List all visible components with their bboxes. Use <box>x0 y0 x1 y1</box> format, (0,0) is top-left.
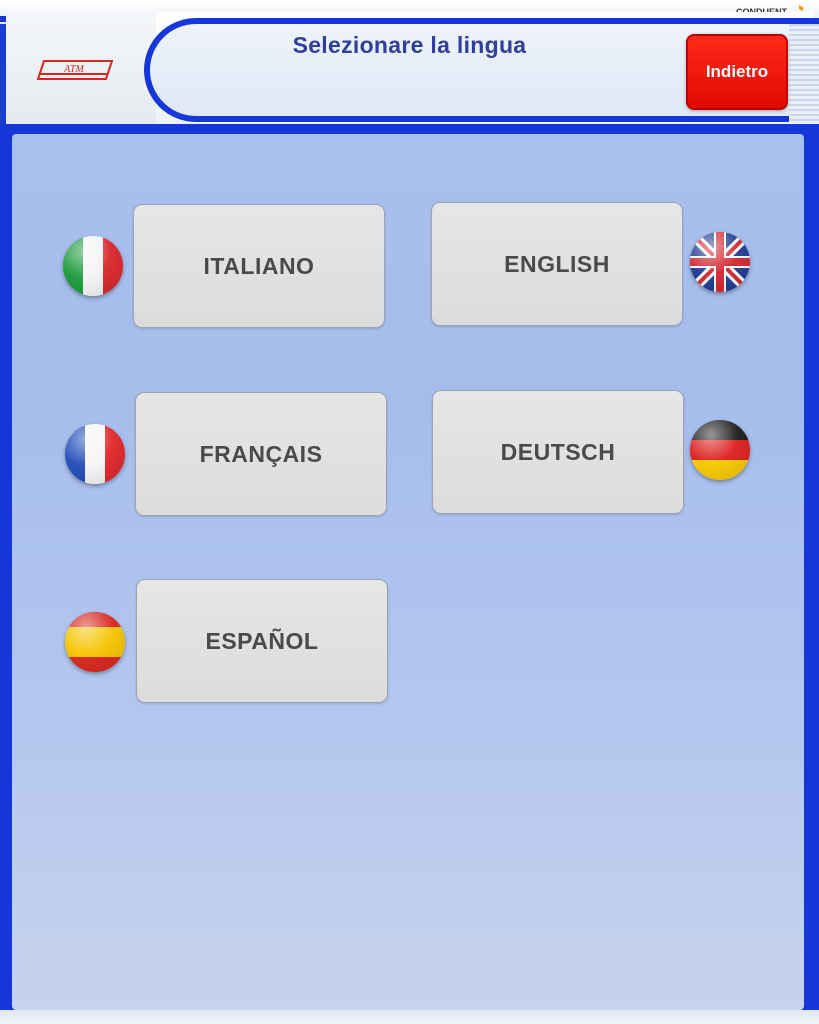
atm-logo-icon: ATM <box>36 60 114 80</box>
germany-flag-icon[interactable] <box>690 420 750 480</box>
spain-flag-icon[interactable] <box>65 612 125 672</box>
logo-area: ATM <box>6 12 156 124</box>
language-button-italiano[interactable]: ITALIANO <box>133 204 385 328</box>
back-button[interactable]: Indietro <box>686 34 788 110</box>
italy-flag-icon[interactable] <box>63 236 123 296</box>
language-button-francais[interactable]: FRANÇAIS <box>135 392 387 516</box>
bottom-bar <box>0 1010 819 1024</box>
atm-logo-text: ATM <box>63 64 84 75</box>
language-button-deutsch[interactable]: DEUTSCH <box>432 390 684 514</box>
language-selection-panel <box>12 134 804 1010</box>
language-button-english[interactable]: ENGLISH <box>431 202 683 326</box>
france-flag-icon[interactable] <box>65 424 125 484</box>
language-button-espanol[interactable]: ESPAÑOL <box>136 579 388 703</box>
uk-flag-icon[interactable] <box>690 232 750 292</box>
